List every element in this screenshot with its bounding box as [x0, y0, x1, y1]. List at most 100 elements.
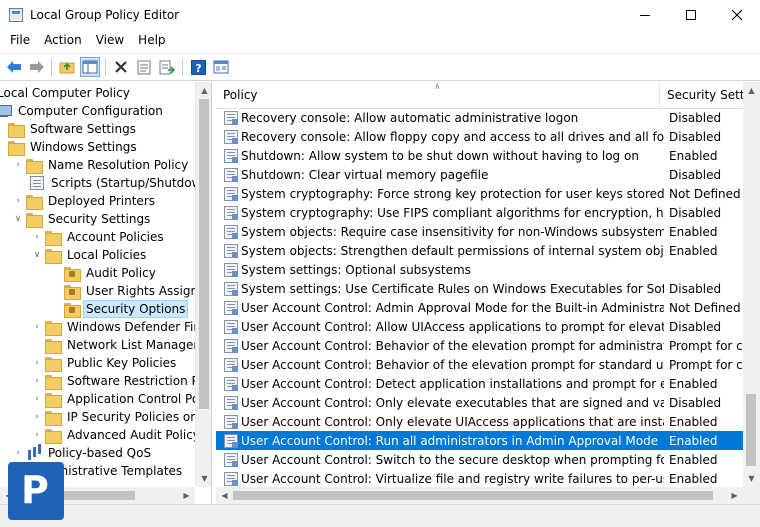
- policy-name: User Account Control: Only elevate execu…: [241, 395, 664, 410]
- policy-row[interactable]: System objects: Strengthen default permi…: [216, 241, 744, 260]
- tree-item-label: Local Policies: [67, 248, 147, 262]
- scroll-left-icon[interactable]: ◀: [216, 487, 233, 504]
- expand-chevron-icon[interactable]: ›: [32, 354, 42, 372]
- sort-ascending-icon: ∧: [434, 82, 441, 92]
- policy-setting-icon: [224, 224, 238, 239]
- tree-item-policy-based-qos[interactable]: › Policy-based QoS: [13, 444, 154, 462]
- menu-help[interactable]: Help: [131, 30, 172, 52]
- scroll-up-icon[interactable]: ▲: [743, 82, 760, 99]
- scroll-up-icon[interactable]: ▲: [196, 82, 211, 99]
- tree-item-account-policies[interactable]: › Account Policies: [32, 228, 167, 246]
- collapse-chevron-icon[interactable]: ∨: [32, 246, 42, 264]
- policy-row[interactable]: Shutdown: Allow system to be shut down w…: [216, 146, 744, 165]
- scroll-right-icon[interactable]: ▶: [726, 487, 743, 504]
- tree-item-software-restriction[interactable]: › Software Restriction Policies: [32, 372, 211, 390]
- export-list-button[interactable]: [157, 57, 177, 77]
- help-icon: ?: [190, 59, 206, 75]
- policy-row[interactable]: User Account Control: Only elevate execu…: [216, 393, 744, 412]
- menu-file[interactable]: File: [0, 30, 37, 52]
- policy-row[interactable]: System settings: Optional subsystems: [216, 260, 744, 279]
- maximize-button[interactable]: [668, 0, 714, 30]
- tree-item-windows-defender-firewall[interactable]: › Windows Defender Firewall: [32, 318, 211, 336]
- policy-row[interactable]: User Account Control: Allow UIAccess app…: [216, 317, 744, 336]
- policy-row[interactable]: User Account Control: Detect application…: [216, 374, 744, 393]
- tree-item-software-settings[interactable]: Software Settings: [8, 120, 139, 138]
- back-icon: [7, 61, 21, 73]
- policy-row[interactable]: System objects: Require case insensitivi…: [216, 222, 744, 241]
- expand-chevron-icon[interactable]: ›: [32, 390, 42, 408]
- tree-item-public-key-policies[interactable]: › Public Key Policies: [32, 354, 179, 372]
- expand-chevron-icon[interactable]: ›: [13, 444, 23, 462]
- help-button[interactable]: ?: [188, 57, 208, 77]
- lock-icon: [69, 270, 75, 277]
- tree-item-computer-configuration[interactable]: Computer Configuration: [0, 102, 166, 120]
- extended-view-button[interactable]: [211, 57, 231, 77]
- up-folder-button[interactable]: [57, 57, 77, 77]
- tree-item-user-rights-assignment[interactable]: User Rights Assignment: [64, 282, 211, 300]
- policy-row[interactable]: System cryptography: Use FIPS compliant …: [216, 203, 744, 222]
- policy-row[interactable]: User Account Control: Virtualize file an…: [216, 469, 744, 488]
- tree-item-advanced-audit[interactable]: › Advanced Audit Policy: [32, 426, 203, 444]
- tree-item-application-control[interactable]: › Application Control Policies: [32, 390, 211, 408]
- policy-row[interactable]: User Account Control: Switch to the secu…: [216, 450, 744, 469]
- collapse-chevron-icon[interactable]: ∨: [13, 210, 23, 228]
- scroll-down-icon[interactable]: ▼: [743, 470, 760, 487]
- policy-row[interactable]: User Account Control: Behavior of the el…: [216, 355, 744, 374]
- tree-item-ip-security[interactable]: › IP Security Policies on Local Computer: [32, 408, 211, 426]
- policy-setting-icon: [224, 376, 238, 391]
- minimize-button[interactable]: [622, 0, 668, 30]
- policy-row[interactable]: Recovery console: Allow floppy copy and …: [216, 127, 744, 146]
- back-button[interactable]: [4, 57, 24, 77]
- tree-item-security-options[interactable]: Security Options: [64, 300, 189, 318]
- security-setting-value: Disabled: [669, 319, 722, 334]
- tree-item-local-policies[interactable]: ∨ Local Policies: [32, 246, 149, 264]
- policy-row[interactable]: User Account Control: Behavior of the el…: [216, 336, 744, 355]
- policy-list-pane: Policy ∧ Security Setting Recovery conso…: [216, 82, 760, 504]
- policy-setting-icon: [224, 300, 238, 315]
- lock-icon: [69, 288, 75, 295]
- policy-row[interactable]: System settings: Use Certificate Rules o…: [216, 279, 744, 298]
- policy-name: System settings: Use Certificate Rules o…: [241, 281, 664, 296]
- tree-item-deployed-printers[interactable]: › Deployed Printers: [13, 192, 158, 210]
- policy-row[interactable]: System cryptography: Force strong key pr…: [216, 184, 744, 203]
- menu-view[interactable]: View: [89, 30, 131, 52]
- scroll-down-icon[interactable]: ▼: [196, 470, 211, 487]
- tree-vertical-scrollbar[interactable]: ▲ ▼: [195, 82, 211, 487]
- properties-button[interactable]: [134, 57, 154, 77]
- column-header-security-setting[interactable]: Security Setting: [661, 82, 744, 109]
- security-setting-value: Enabled: [669, 243, 718, 258]
- tree-item-local-computer-policy[interactable]: Local Computer Policy: [0, 84, 133, 102]
- folder-icon: [45, 428, 62, 444]
- close-button[interactable]: [714, 0, 760, 30]
- policy-row[interactable]: Recovery console: Allow automatic admini…: [216, 108, 744, 127]
- tree-item-audit-policy[interactable]: Audit Policy: [64, 264, 159, 282]
- scroll-right-icon[interactable]: ▶: [178, 487, 195, 504]
- tree-item-name-resolution-policy[interactable]: › Name Resolution Policy: [13, 156, 191, 174]
- expand-chevron-icon[interactable]: ›: [13, 156, 23, 174]
- expand-chevron-icon[interactable]: ›: [32, 228, 42, 246]
- delete-button[interactable]: [111, 57, 131, 77]
- menu-action[interactable]: Action: [37, 30, 89, 52]
- tree-item-windows-settings[interactable]: Windows Settings: [8, 138, 140, 156]
- scrollbar-thumb[interactable]: [199, 99, 209, 409]
- tree-item-security-settings[interactable]: ∨ Security Settings: [13, 210, 153, 228]
- policy-row[interactable]: User Account Control: Only elevate UIAcc…: [216, 412, 744, 431]
- scrollbar-thumb[interactable]: [233, 491, 713, 500]
- expand-chevron-icon[interactable]: ›: [32, 426, 42, 444]
- scrollbar-thumb[interactable]: [746, 394, 756, 466]
- expand-chevron-icon[interactable]: ›: [32, 318, 42, 336]
- forward-button[interactable]: [27, 57, 47, 77]
- expand-chevron-icon[interactable]: ›: [13, 192, 23, 210]
- policy-setting-icon: [224, 186, 238, 201]
- tree-item-network-list-manager[interactable]: Network List Manager Policies: [45, 336, 211, 354]
- show-hide-tree-button[interactable]: [80, 57, 100, 77]
- folder-icon: [45, 356, 62, 372]
- policy-row[interactable]: User Account Control: Run all administra…: [216, 431, 744, 450]
- policy-row[interactable]: Shutdown: Clear virtual memory pagefile D…: [216, 165, 744, 184]
- policy-row[interactable]: User Account Control: Admin Approval Mod…: [216, 298, 744, 317]
- expand-chevron-icon[interactable]: ›: [32, 408, 42, 426]
- tree-item-scripts[interactable]: Scripts (Startup/Shutdown): [30, 174, 211, 192]
- expand-chevron-icon[interactable]: ›: [32, 372, 42, 390]
- list-horizontal-scrollbar[interactable]: ◀ ▶: [216, 487, 743, 504]
- list-vertical-scrollbar[interactable]: ▲ ▼: [743, 82, 760, 487]
